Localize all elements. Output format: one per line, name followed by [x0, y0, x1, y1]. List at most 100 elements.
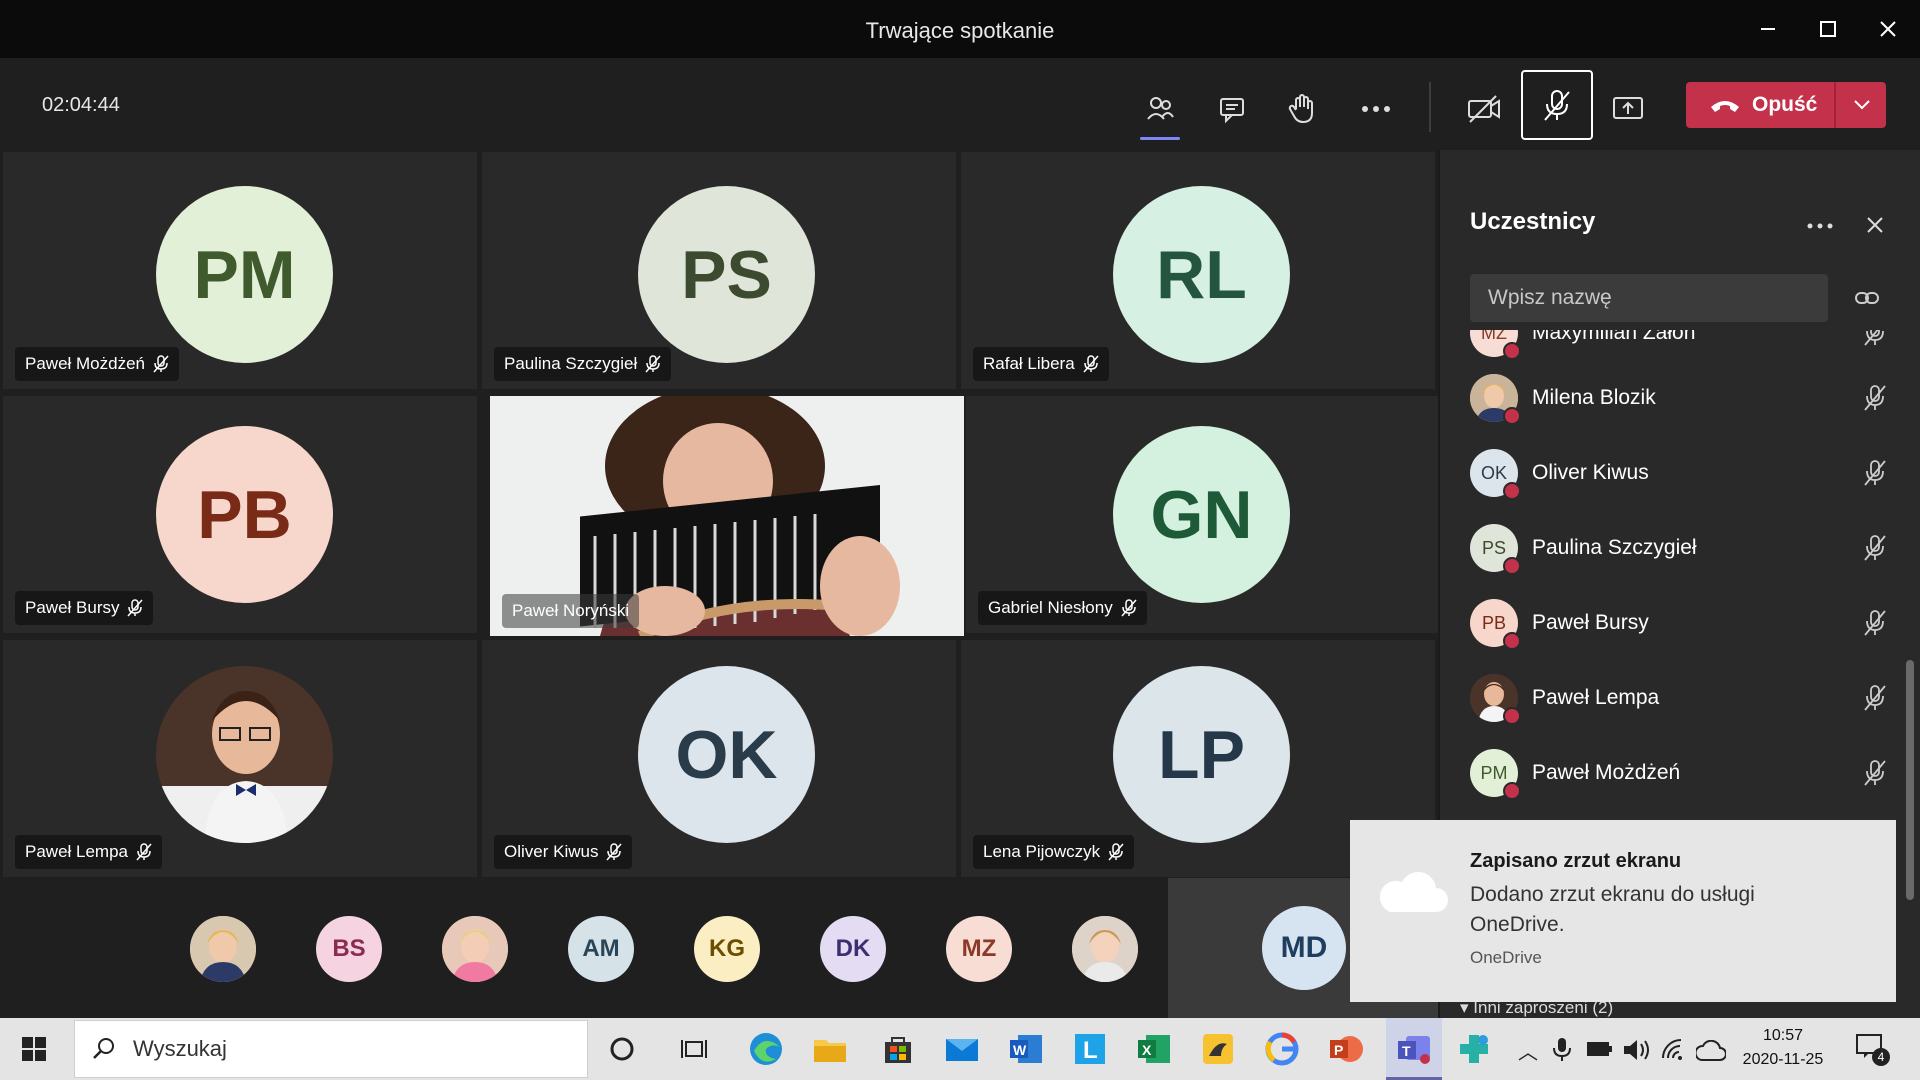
video-feed-tile[interactable]: Paweł Noryński	[490, 396, 964, 636]
share-screen-button[interactable]	[1598, 80, 1658, 138]
close-icon[interactable]	[1866, 216, 1884, 234]
raise-hand-button[interactable]	[1272, 80, 1332, 138]
mic-off-icon	[1121, 599, 1137, 617]
participant-tile[interactable]: OK Oliver Kiwus	[482, 640, 956, 877]
minimize-icon	[1761, 28, 1775, 30]
chat-button[interactable]	[1202, 80, 1262, 138]
status-dot	[1503, 407, 1521, 425]
camera-toggle-button[interactable]	[1454, 80, 1514, 138]
word-app[interactable]: W	[1004, 1027, 1048, 1071]
person-photo	[442, 916, 508, 982]
list-item[interactable]: PS Paulina Szczygieł	[1470, 518, 1890, 578]
participant-tile[interactable]: Paweł Lempa	[3, 640, 477, 877]
list-item[interactable]: MZ Maxymilian Załoń	[1470, 330, 1890, 363]
cloud-icon	[1379, 872, 1448, 912]
l-app[interactable]: L	[1068, 1027, 1112, 1071]
more-actions-button[interactable]	[1346, 80, 1406, 138]
mic-off-icon	[1864, 460, 1886, 486]
participant-name: Paweł Możdżeń	[1532, 761, 1681, 784]
notification-source: OneDrive	[1470, 948, 1542, 967]
action-center-button[interactable]: 4	[1854, 1032, 1890, 1068]
participant-name: Milena Blozik	[1532, 386, 1656, 409]
name-label: Paweł Lempa	[15, 835, 163, 869]
avatar[interactable]: AM	[568, 916, 634, 982]
taskbar-search-input[interactable]: Wyszukaj	[74, 1020, 588, 1078]
leave-button[interactable]: Opuść	[1686, 82, 1886, 128]
paint-app[interactable]	[1196, 1027, 1240, 1071]
start-button[interactable]	[12, 1027, 56, 1071]
clock[interactable]: 10:57 2020-11-25	[1738, 1024, 1828, 1072]
search-icon	[93, 1038, 114, 1059]
status-dot	[1503, 782, 1521, 800]
excel-icon: X	[1138, 1035, 1170, 1063]
participant-search-input[interactable]: Wpisz nazwę	[1470, 274, 1828, 322]
mic-off-icon	[127, 599, 144, 617]
avatar[interactable]: MZ	[946, 916, 1012, 982]
close-window-button[interactable]	[1852, 0, 1920, 58]
participants-button[interactable]	[1130, 80, 1190, 140]
participant-tile[interactable]: PB Paweł Bursy	[3, 396, 477, 633]
file-explorer-app[interactable]	[808, 1027, 852, 1071]
store-app[interactable]	[876, 1027, 920, 1071]
leave-label: Opuść	[1752, 93, 1818, 116]
name-label: Gabriel Niesłony	[978, 591, 1147, 625]
status-dot	[1503, 632, 1521, 650]
task-view-button[interactable]	[672, 1027, 716, 1071]
avatar-photo[interactable]	[442, 916, 508, 982]
list-item[interactable]: Paweł Lempa	[1470, 668, 1890, 728]
mute-toggle-button[interactable]	[1521, 70, 1593, 140]
name-label: Paulina Szczygieł	[494, 347, 672, 381]
name-label: Lena Pijowczyk	[973, 835, 1135, 869]
powerpoint-app[interactable]: P	[1324, 1027, 1368, 1071]
microphone-icon[interactable]	[1552, 1036, 1572, 1062]
more-icon	[1362, 106, 1390, 112]
link-icon[interactable]	[1854, 290, 1880, 306]
avatar-photo	[156, 666, 333, 843]
avatar-photo[interactable]	[1072, 916, 1138, 982]
list-item[interactable]: Milena Blozik	[1470, 368, 1890, 428]
battery-icon[interactable]	[1586, 1040, 1614, 1058]
scrollbar[interactable]	[1906, 660, 1914, 900]
participant-tile[interactable]: RL Rafał Libera	[961, 152, 1435, 389]
name-label: Rafał Libera	[973, 347, 1109, 381]
avatar-photo[interactable]	[190, 916, 256, 982]
participant-name: Gabriel Niesłony	[988, 598, 1113, 617]
participant-name: Rafał Libera	[983, 354, 1075, 373]
mail-app[interactable]	[940, 1027, 984, 1071]
cortana-button[interactable]	[600, 1027, 644, 1071]
volume-icon[interactable]	[1622, 1038, 1650, 1062]
avatar-initials: MZ	[1481, 330, 1507, 343]
sync-app[interactable]	[1452, 1027, 1496, 1071]
participant-name: Paulina Szczygieł	[1532, 536, 1697, 559]
status-dot	[1503, 482, 1521, 500]
participant-tile[interactable]: PM Paweł Możdżeń	[3, 152, 477, 389]
avatar[interactable]: KG	[694, 916, 760, 982]
clock-date: 2020-11-25	[1742, 1051, 1824, 1068]
avatar: MZ	[1470, 330, 1521, 360]
teams-app[interactable]: T	[1386, 1018, 1442, 1080]
avatar: GN	[1113, 426, 1290, 603]
edge-app[interactable]	[744, 1027, 788, 1071]
edge-icon	[750, 1033, 782, 1065]
chrome-app[interactable]	[1260, 1027, 1304, 1071]
avatar[interactable]: DK	[820, 916, 886, 982]
person-photo	[190, 916, 256, 982]
list-item[interactable]: OK Oliver Kiwus	[1470, 443, 1890, 503]
participant-tile[interactable]: GN Gabriel Niesłony	[966, 396, 1440, 633]
avatar[interactable]: BS	[316, 916, 382, 982]
list-item[interactable]: PM Paweł Możdżeń	[1470, 743, 1890, 803]
more-icon[interactable]	[1806, 222, 1834, 230]
chevron-down-icon	[1854, 100, 1870, 110]
avatar: PS	[638, 186, 815, 363]
participant-name: Paweł Bursy	[1532, 611, 1649, 634]
excel-app[interactable]: X	[1132, 1027, 1176, 1071]
mic-off-icon	[645, 355, 661, 373]
list-item[interactable]: PB Paweł Bursy	[1470, 593, 1890, 653]
toolbar-separator	[1429, 82, 1431, 132]
status-dot	[1503, 707, 1521, 725]
onedrive-notification[interactable]: Zapisano zrzut ekranu Dodano zrzut ekran…	[1350, 820, 1896, 1002]
participant-tile[interactable]: PS Paulina Szczygieł	[482, 152, 956, 389]
onedrive-icon[interactable]	[1696, 1040, 1726, 1062]
wifi-icon[interactable]	[1660, 1038, 1686, 1062]
chevron-up-icon[interactable]: ︿	[1518, 1036, 1538, 1065]
